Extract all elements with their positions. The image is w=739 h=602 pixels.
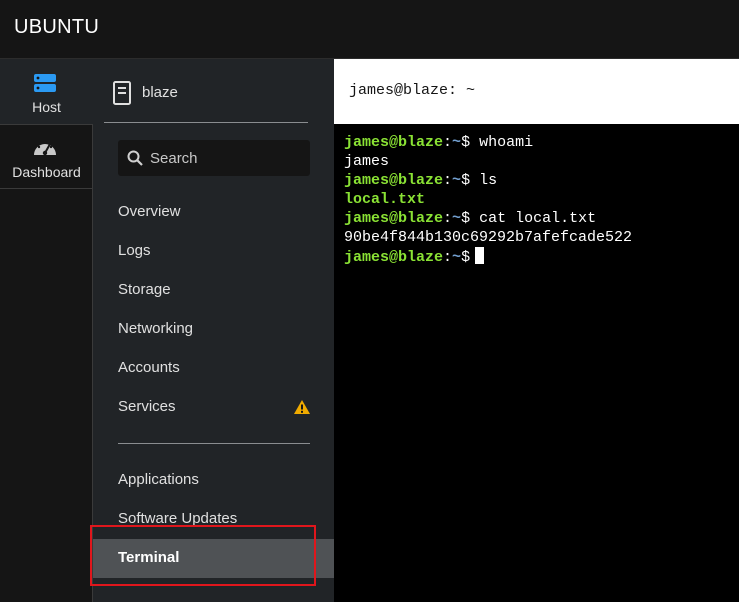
top-bar: UBUNTU <box>0 0 739 59</box>
terminal-line: local.txt <box>344 190 739 209</box>
host-document-icon <box>113 81 131 105</box>
warning-icon <box>294 400 310 414</box>
terminal-line: james@blaze:~$ whoami <box>344 133 739 152</box>
dashboard-gauge-icon <box>34 140 56 156</box>
host-name: blaze <box>142 84 178 101</box>
sidebar-nav: blaze Overview Logs Storage Networking A… <box>93 59 334 602</box>
sidebar-item-networking[interactable]: Networking <box>93 310 334 349</box>
prompt-path: ~ <box>452 172 462 189</box>
terminal-output: 90be4f844b130c69292b7afefcade522 <box>344 229 633 246</box>
rail-item-dashboard-label: Dashboard <box>12 164 81 180</box>
prompt-separator: : <box>443 134 453 151</box>
host-switcher-rail: Host Dashboard <box>0 59 93 602</box>
search-input[interactable] <box>150 140 306 176</box>
terminal-line: james <box>344 152 739 171</box>
sidebar-item-label: Applications <box>118 471 199 488</box>
sidebar-item-overview[interactable]: Overview <box>93 193 334 232</box>
sidebar-item-label: Software Updates <box>118 510 238 527</box>
terminal-output: james <box>344 153 390 170</box>
prompt-separator: : <box>443 172 453 189</box>
terminal-header: james@blaze: ~ <box>334 59 739 124</box>
prompt-separator: : <box>443 210 453 227</box>
terminal-line: james@blaze:~$ <box>344 247 739 266</box>
host-header: blaze <box>104 79 308 123</box>
prompt-symbol: $ <box>461 172 471 189</box>
prompt-symbol: $ <box>461 134 471 151</box>
prompt-user: james@blaze <box>344 134 444 151</box>
prompt-separator: : <box>443 249 453 266</box>
sidebar-item-label: Accounts <box>118 359 180 376</box>
rail-item-host[interactable]: Host <box>0 59 93 124</box>
terminal-command: whoami <box>479 134 534 151</box>
sidebar-item-label: Services <box>118 398 176 415</box>
sidebar-item-accounts[interactable]: Accounts <box>93 349 334 388</box>
prompt-user: james@blaze <box>344 249 444 266</box>
terminal-screen[interactable]: james@blaze:~$ whoami james james@blaze:… <box>334 124 739 602</box>
sidebar-item-applications[interactable]: Applications <box>93 461 334 500</box>
sidebar-item-software-updates[interactable]: Software Updates <box>93 500 334 539</box>
prompt-path: ~ <box>452 210 462 227</box>
terminal-line: james@blaze:~$ ls <box>344 171 739 190</box>
prompt-path: ~ <box>452 134 462 151</box>
server-icon <box>34 74 56 92</box>
brand-title: UBUNTU <box>14 16 100 38</box>
sidebar-item-logs[interactable]: Logs <box>93 232 334 271</box>
sidebar-item-terminal[interactable]: Terminal <box>93 539 334 578</box>
rail-item-host-label: Host <box>32 99 61 115</box>
sidebar-divider <box>118 443 310 444</box>
terminal-line: 90be4f844b130c69292b7afefcade522 <box>344 228 739 247</box>
terminal-title: james@blaze: ~ <box>349 82 476 99</box>
search-icon <box>127 150 143 166</box>
sidebar-item-label: Networking <box>118 320 194 337</box>
search-box <box>118 140 310 176</box>
sidebar-item-label: Overview <box>118 203 181 220</box>
prompt-symbol: $ <box>461 249 471 266</box>
terminal-line: james@blaze:~$ cat local.txt <box>344 209 739 228</box>
sidebar-item-services[interactable]: Services <box>93 388 334 427</box>
prompt-symbol: $ <box>461 210 471 227</box>
sidebar-item-label: Logs <box>118 242 151 259</box>
terminal-command: cat local.txt <box>479 210 597 227</box>
terminal-command: ls <box>479 172 498 189</box>
prompt-path: ~ <box>452 249 462 266</box>
sidebar-item-label: Storage <box>118 281 171 298</box>
prompt-user: james@blaze <box>344 210 444 227</box>
rail-item-dashboard[interactable]: Dashboard <box>0 124 93 189</box>
sidebar-item-label: Terminal <box>118 549 180 566</box>
terminal-cursor <box>475 247 485 264</box>
prompt-user: james@blaze <box>344 172 444 189</box>
terminal-output: local.txt <box>344 191 426 208</box>
sidebar-item-storage[interactable]: Storage <box>93 271 334 310</box>
